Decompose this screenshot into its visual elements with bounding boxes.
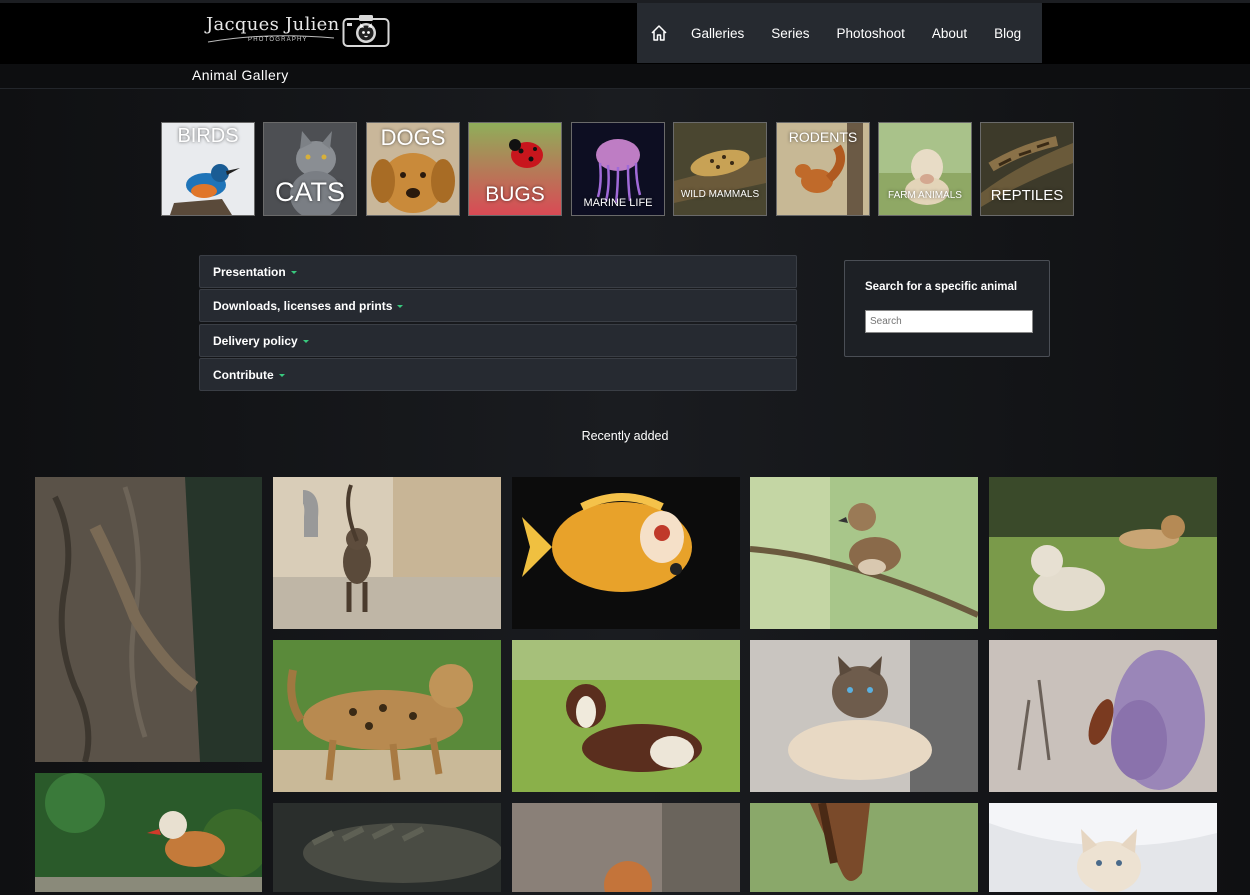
- photo-bengal-cat[interactable]: [273, 640, 501, 792]
- page-title: Animal Gallery: [192, 67, 289, 83]
- nav-item-about[interactable]: About: [932, 26, 967, 41]
- leopard-image: [674, 123, 766, 215]
- category-tile-dogs[interactable]: DOGS: [366, 122, 460, 216]
- search-panel: Search for a specific animal: [844, 260, 1050, 357]
- accordion-downloads[interactable]: Downloads, licenses and prints: [199, 289, 797, 322]
- accordion-label: Presentation: [213, 265, 286, 279]
- accordion-delivery-policy[interactable]: Delivery policy: [199, 324, 797, 357]
- siamese-cat-photo: [750, 640, 978, 792]
- category-label: RODENTS: [788, 129, 858, 145]
- photo-crocodile[interactable]: [273, 803, 501, 892]
- photo-white-lion-cubs[interactable]: [989, 477, 1217, 629]
- lions-photo: [989, 477, 1217, 629]
- caret-down-icon: [290, 271, 297, 275]
- photo-horse-grazing[interactable]: [750, 803, 978, 892]
- accordion-label: Downloads, licenses and prints: [213, 299, 393, 313]
- sparrow-photo: [750, 477, 978, 629]
- category-label: MARINE LIFE: [583, 197, 653, 209]
- category-label: BUGS: [485, 183, 545, 206]
- nav-item-series[interactable]: Series: [771, 26, 809, 41]
- caret-down-icon: [397, 305, 404, 309]
- camera-cat-icon: [342, 15, 390, 47]
- category-tile-rodents[interactable]: RODENTS: [776, 122, 870, 216]
- site-logo[interactable]: Jacques Julien PHOTOGRAPHY: [206, 14, 396, 50]
- page-title-bar: [0, 64, 1250, 89]
- bengal-cat-photo: [273, 640, 501, 792]
- category-label: FARM ANIMALS: [888, 190, 962, 201]
- logo-name: Jacques Julien: [206, 14, 340, 35]
- header-bar: [0, 0, 1250, 64]
- nav-item-photoshoot[interactable]: Photoshoot: [837, 26, 905, 41]
- logo-tagline: PHOTOGRAPHY: [248, 37, 308, 43]
- photo-tabby-cat-walking[interactable]: [273, 477, 501, 629]
- recently-added-heading: Recently added: [581, 429, 669, 443]
- mandarin-duck-photo: [35, 773, 262, 892]
- category-label: DOGS: [380, 125, 446, 150]
- category-tile-cats[interactable]: CATS: [263, 122, 357, 216]
- accordion-label: Delivery policy: [213, 334, 298, 348]
- category-tile-wild-mammals[interactable]: WILD MAMMALS: [673, 122, 767, 216]
- category-label: REPTILES: [990, 187, 1064, 204]
- photo-kitten-under-blanket[interactable]: [989, 803, 1217, 892]
- category-tile-reptiles[interactable]: REPTILES: [980, 122, 1074, 216]
- photo-siamese-cat[interactable]: [750, 640, 978, 792]
- accordion-label: Contribute: [213, 368, 274, 382]
- category-tile-bugs[interactable]: BUGS: [468, 122, 562, 216]
- horse-photo: [750, 803, 978, 892]
- calf-photo: [512, 640, 740, 792]
- category-label: BIRDS: [177, 125, 239, 147]
- nav-item-blog[interactable]: Blog: [994, 26, 1021, 41]
- search-input[interactable]: [865, 310, 1033, 333]
- main-nav: Galleries Series Photoshoot About Blog: [637, 3, 1042, 63]
- caret-down-icon: [302, 340, 309, 344]
- fish-photo: [512, 477, 740, 629]
- photo-poodle[interactable]: [512, 803, 740, 892]
- caret-down-icon: [278, 374, 285, 378]
- header-top-line: [0, 0, 1250, 3]
- photo-flowerhorn-fish[interactable]: [512, 477, 740, 629]
- tabby-cat-photo: [273, 477, 501, 629]
- category-tile-marine-life[interactable]: MARINE LIFE: [571, 122, 665, 216]
- photo-bug-on-lavender[interactable]: [989, 640, 1217, 792]
- category-tile-farm-animals[interactable]: FARM ANIMALS: [878, 122, 972, 216]
- poodle-photo: [512, 803, 740, 892]
- bug-lavender-photo: [989, 640, 1217, 792]
- home-icon[interactable]: [649, 23, 669, 43]
- photo-mandarin-duck[interactable]: [35, 773, 262, 892]
- photo-sparrow-on-branch[interactable]: [750, 477, 978, 629]
- accordion-presentation[interactable]: Presentation: [199, 255, 797, 288]
- gecko-photo: [35, 477, 262, 762]
- category-label: CATS: [274, 177, 345, 207]
- search-title: Search for a specific animal: [865, 281, 1018, 293]
- category-label: WILD MAMMALS: [680, 189, 760, 200]
- accordion-contribute[interactable]: Contribute: [199, 358, 797, 391]
- kitten-photo: [989, 803, 1217, 892]
- nav-item-galleries[interactable]: Galleries: [691, 26, 744, 41]
- photo-gecko-on-tree[interactable]: [35, 477, 262, 762]
- cow-image: [879, 123, 971, 215]
- crocodile-photo: [273, 803, 501, 892]
- photo-calf-lying[interactable]: [512, 640, 740, 792]
- category-tile-birds[interactable]: BIRDS: [161, 122, 255, 216]
